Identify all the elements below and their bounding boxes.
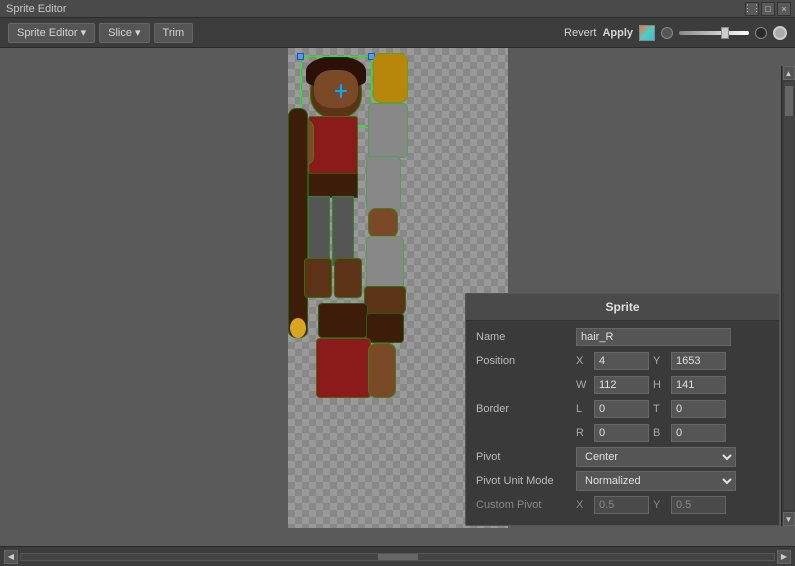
border-lt-fields: L T [576,400,726,418]
title-bar-text: Sprite Editor [6,3,67,15]
border-t-input[interactable] [671,400,726,418]
size-row: W H [476,375,769,395]
border-label: Border [476,403,576,415]
cp-y-label: Y [653,499,667,511]
border-rb-fields: R B [576,424,726,442]
border-rb-row: R B [476,423,769,443]
title-bar: Sprite Editor ⋮⋮ □ × [0,0,795,18]
border-l-input[interactable] [594,400,649,418]
scroll-down-button[interactable]: ▼ [783,512,795,526]
trim-button[interactable]: Trim [154,23,194,43]
width-input[interactable] [594,376,649,394]
pivot-unit-label: Pivot Unit Mode [476,475,576,487]
slice-menu-button[interactable]: Slice ▾ [99,23,149,43]
size-fields: W H [576,376,726,394]
name-input[interactable] [576,328,731,346]
main-area: Sprite Name Position X Y [0,48,795,546]
brightness-slider[interactable] [679,31,749,35]
h-label: H [653,379,667,391]
t-label: T [653,403,667,415]
y-label: Y [653,355,667,367]
color-swatch[interactable] [639,25,655,41]
name-row: Name [476,327,769,347]
r-label: R [576,427,590,439]
maximize-button[interactable]: □ [761,2,775,16]
custom-pivot-y-input[interactable] [671,496,726,514]
inspector-header: Sprite [466,294,779,321]
horizontal-scrollbar[interactable]: ◀ ▶ [0,546,795,566]
position-row: Position X Y [476,351,769,371]
position-label: Position [476,355,576,367]
toolbar-right: Revert Apply [564,25,787,41]
pivot-select[interactable]: Center Top Left Top Top Right Left Right… [576,447,736,467]
brightness-indicator [773,26,787,40]
sprite-editor-menu-button[interactable]: Sprite Editor ▾ [8,23,95,43]
inspector-body: Name Position X Y W H [466,321,779,525]
minimize-button[interactable]: ⋮⋮ [745,2,759,16]
scroll-left-button[interactable]: ◀ [4,550,18,564]
revert-button[interactable]: Revert [564,27,596,39]
b-label: B [653,427,667,439]
close-button[interactable]: × [777,2,791,16]
scroll-up-button[interactable]: ▲ [783,66,795,80]
vertical-scrollbar[interactable]: ▲ ▼ [781,66,795,526]
custom-pivot-fields: X Y [576,496,726,514]
position-x-input[interactable] [594,352,649,370]
position-fields: X Y [576,352,726,370]
w-label: W [576,379,590,391]
scroll-right-button[interactable]: ▶ [777,550,791,564]
l-label: L [576,403,590,415]
title-bar-controls: ⋮⋮ □ × [745,2,791,16]
custom-pivot-x-input[interactable] [594,496,649,514]
pivot-unit-select[interactable]: Normalized Pixels [576,471,736,491]
color-dot-dark [755,27,767,39]
pivot-row: Pivot Center Top Left Top Top Right Left… [476,447,769,467]
pivot-unit-row: Pivot Unit Mode Normalized Pixels [476,471,769,491]
scroll-thumb[interactable] [378,554,418,560]
custom-pivot-label: Custom Pivot [476,499,576,511]
name-label: Name [476,331,576,343]
toolbar: Sprite Editor ▾ Slice ▾ Trim Revert Appl… [0,18,795,48]
color-dot-light [661,27,673,39]
border-r-input[interactable] [594,424,649,442]
scroll-track[interactable] [20,553,775,561]
cp-x-label: X [576,499,590,511]
height-input[interactable] [671,376,726,394]
custom-pivot-row: Custom Pivot X Y [476,495,769,515]
apply-button[interactable]: Apply [602,27,633,39]
x-label: X [576,355,590,367]
inspector-panel: Sprite Name Position X Y [465,293,780,526]
border-row: Border L T [476,399,769,419]
position-y-input[interactable] [671,352,726,370]
border-b-input[interactable] [671,424,726,442]
pivot-label: Pivot [476,451,576,463]
